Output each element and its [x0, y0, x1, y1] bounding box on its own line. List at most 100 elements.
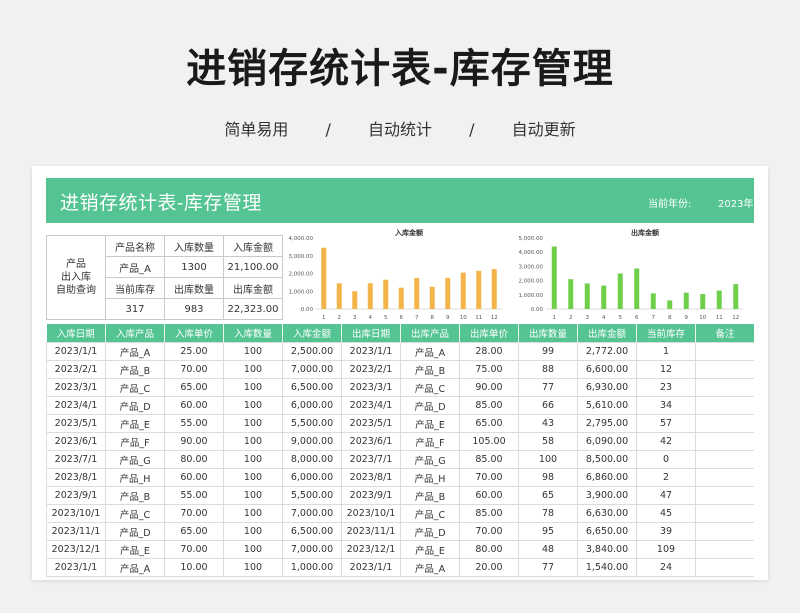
table-cell[interactable]: [695, 450, 754, 469]
table-cell[interactable]: 产品_A: [105, 558, 165, 577]
table-cell[interactable]: 43: [518, 414, 578, 433]
table-cell[interactable]: 47: [636, 486, 696, 505]
table-cell[interactable]: 2023/8/1: [46, 468, 106, 487]
table-cell[interactable]: 2023/10/1: [46, 504, 106, 523]
column-header[interactable]: 出库数量: [518, 324, 578, 343]
table-cell[interactable]: 2023/11/1: [46, 522, 106, 541]
table-cell[interactable]: 57: [636, 414, 696, 433]
table-cell[interactable]: 产品_G: [400, 450, 460, 469]
table-cell[interactable]: 100: [223, 396, 283, 415]
table-cell[interactable]: 109: [636, 540, 696, 559]
table-cell[interactable]: 6,860.00: [577, 468, 637, 487]
table-cell[interactable]: [695, 504, 754, 523]
table-cell[interactable]: 2023/9/1: [341, 486, 401, 505]
table-cell[interactable]: 2023/8/1: [341, 468, 401, 487]
table-cell[interactable]: 25.00: [164, 342, 224, 361]
table-cell[interactable]: 70.00: [164, 360, 224, 379]
table-cell[interactable]: 6,600.00: [577, 360, 637, 379]
table-cell[interactable]: 55.00: [164, 486, 224, 505]
table-cell[interactable]: [695, 522, 754, 541]
table-cell[interactable]: [695, 468, 754, 487]
table-cell[interactable]: 78: [518, 504, 578, 523]
table-cell[interactable]: 10.00: [164, 558, 224, 577]
table-cell[interactable]: 2023/7/1: [341, 450, 401, 469]
column-header[interactable]: 当前库存: [636, 324, 696, 343]
table-cell[interactable]: 105.00: [459, 432, 519, 451]
table-cell[interactable]: 产品_H: [105, 468, 165, 487]
table-cell[interactable]: 2023/1/1: [341, 558, 401, 577]
table-cell[interactable]: 85.00: [459, 504, 519, 523]
table-cell[interactable]: 8,500.00: [577, 450, 637, 469]
table-cell[interactable]: 28.00: [459, 342, 519, 361]
table-cell[interactable]: 100: [223, 414, 283, 433]
table-cell[interactable]: [695, 360, 754, 379]
table-cell[interactable]: 95: [518, 522, 578, 541]
table-cell[interactable]: 70.00: [164, 540, 224, 559]
table-cell[interactable]: 2023/10/1: [341, 504, 401, 523]
table-cell[interactable]: 0: [636, 450, 696, 469]
column-header[interactable]: 备注: [695, 324, 754, 343]
table-cell[interactable]: 产品_C: [400, 378, 460, 397]
table-cell[interactable]: 39: [636, 522, 696, 541]
table-cell[interactable]: [695, 396, 754, 415]
table-cell[interactable]: 6,930.00: [577, 378, 637, 397]
table-cell[interactable]: 7,000.00: [282, 360, 342, 379]
table-cell[interactable]: 42: [636, 432, 696, 451]
table-cell[interactable]: 2023/12/1: [341, 540, 401, 559]
table-cell[interactable]: 60.00: [164, 468, 224, 487]
table-cell[interactable]: 7,000.00: [282, 504, 342, 523]
table-cell[interactable]: 产品_E: [105, 414, 165, 433]
table-cell[interactable]: 100: [223, 486, 283, 505]
table-cell[interactable]: 2023/6/1: [341, 432, 401, 451]
table-cell[interactable]: 24: [636, 558, 696, 577]
table-cell[interactable]: 产品_E: [105, 540, 165, 559]
table-cell[interactable]: 产品_C: [105, 504, 165, 523]
column-header[interactable]: 出库产品: [400, 324, 460, 343]
table-cell[interactable]: 6,500.00: [282, 522, 342, 541]
table-cell[interactable]: 2023/2/1: [341, 360, 401, 379]
table-cell[interactable]: 2023/6/1: [46, 432, 106, 451]
table-cell[interactable]: 2023/1/1: [46, 342, 106, 361]
table-cell[interactable]: [695, 486, 754, 505]
table-cell[interactable]: 65: [518, 486, 578, 505]
table-cell[interactable]: 产品_H: [400, 468, 460, 487]
table-cell[interactable]: 产品_A: [105, 342, 165, 361]
table-cell[interactable]: 100: [518, 450, 578, 469]
table-cell[interactable]: [695, 558, 754, 577]
table-cell[interactable]: 2,795.00: [577, 414, 637, 433]
table-cell[interactable]: 产品_C: [105, 378, 165, 397]
table-cell[interactable]: 产品_C: [400, 504, 460, 523]
table-cell[interactable]: 77: [518, 558, 578, 577]
table-cell[interactable]: 2023/11/1: [341, 522, 401, 541]
table-cell[interactable]: 产品_F: [105, 432, 165, 451]
column-header[interactable]: 出库日期: [341, 324, 401, 343]
table-cell[interactable]: 产品_B: [400, 360, 460, 379]
table-cell[interactable]: 2,500.00: [282, 342, 342, 361]
table-cell[interactable]: 12: [636, 360, 696, 379]
table-cell[interactable]: 34: [636, 396, 696, 415]
table-cell[interactable]: 5,500.00: [282, 414, 342, 433]
table-cell[interactable]: 70.00: [459, 522, 519, 541]
table-cell[interactable]: 产品_B: [105, 360, 165, 379]
table-cell[interactable]: 3,900.00: [577, 486, 637, 505]
table-cell[interactable]: 6,650.00: [577, 522, 637, 541]
table-cell[interactable]: 产品_A: [400, 558, 460, 577]
table-cell[interactable]: 产品_D: [400, 522, 460, 541]
table-cell[interactable]: [695, 342, 754, 361]
table-cell[interactable]: 6,000.00: [282, 396, 342, 415]
table-cell[interactable]: 99: [518, 342, 578, 361]
table-cell[interactable]: 产品_F: [400, 432, 460, 451]
table-cell[interactable]: 65.00: [164, 378, 224, 397]
table-cell[interactable]: 1,000.00: [282, 558, 342, 577]
table-cell[interactable]: 2023/2/1: [46, 360, 106, 379]
table-cell[interactable]: 90.00: [459, 378, 519, 397]
table-cell[interactable]: 1: [636, 342, 696, 361]
table-cell[interactable]: 90.00: [164, 432, 224, 451]
table-cell[interactable]: 88: [518, 360, 578, 379]
table-cell[interactable]: 6,000.00: [282, 468, 342, 487]
table-cell[interactable]: 58: [518, 432, 578, 451]
table-cell[interactable]: 65.00: [164, 522, 224, 541]
table-cell[interactable]: 2023/5/1: [341, 414, 401, 433]
table-cell[interactable]: 2023/4/1: [46, 396, 106, 415]
table-cell[interactable]: 产品_G: [105, 450, 165, 469]
